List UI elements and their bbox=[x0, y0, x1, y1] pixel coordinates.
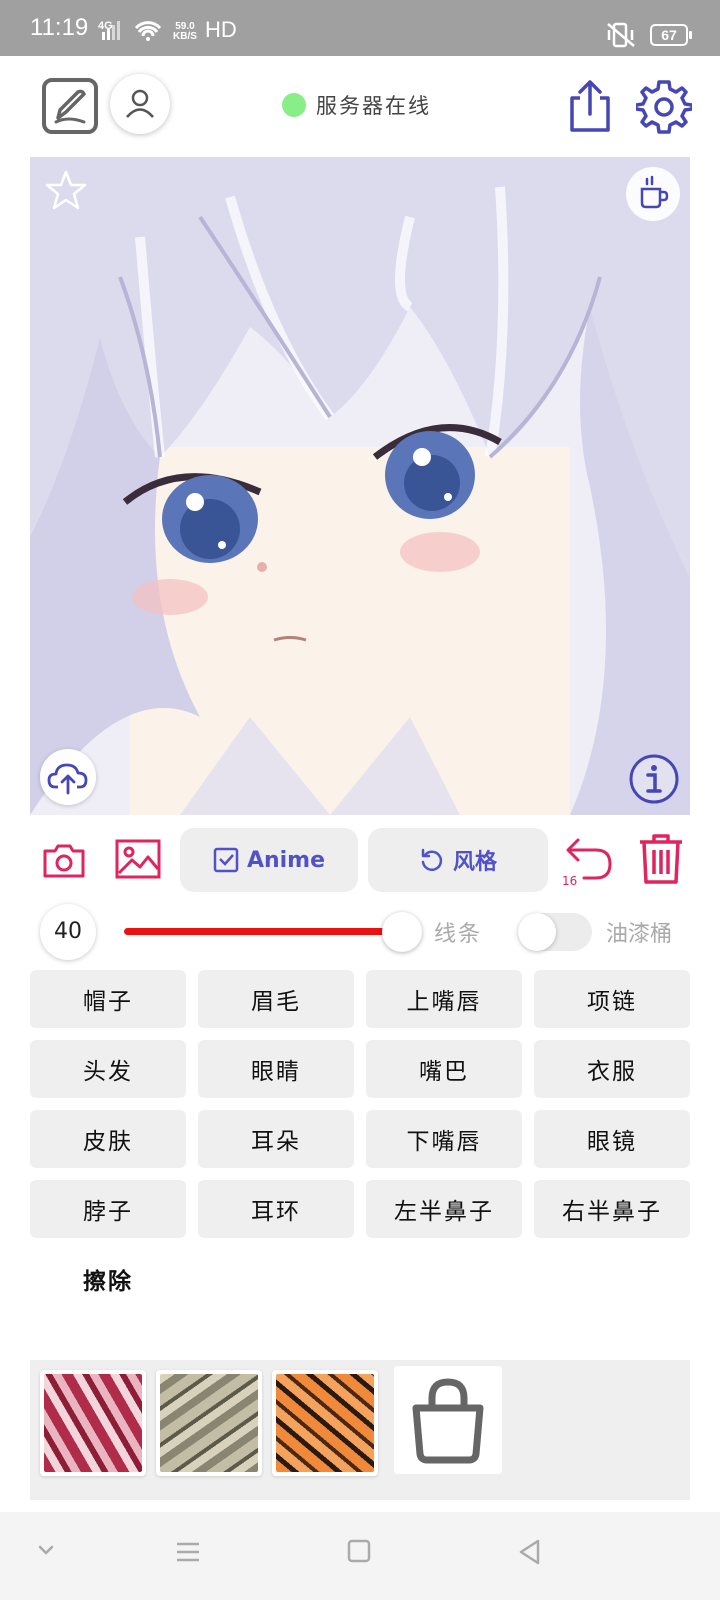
coffee-donate-button[interactable] bbox=[626, 167, 680, 221]
cellular-signal-icon: 4G bbox=[98, 20, 162, 41]
pattern-crimson-brush bbox=[44, 1374, 142, 1472]
segment-category-grid: 帽子 眉毛 上嘴唇 项链 头发 眼睛 嘴巴 衣服 皮肤 耳朵 下嘴唇 眼镜 脖子… bbox=[30, 970, 690, 1238]
category-lower-lip[interactable]: 下嘴唇 bbox=[366, 1110, 522, 1168]
server-status-label: 服务器在线 bbox=[316, 94, 431, 118]
category-skin[interactable]: 皮肤 bbox=[30, 1110, 186, 1168]
coffee-icon bbox=[640, 175, 669, 209]
refresh-icon bbox=[421, 848, 443, 871]
style-label: 风格 bbox=[452, 850, 497, 875]
toggle-knob bbox=[518, 913, 556, 951]
shopping-bag-icon bbox=[412, 1378, 484, 1464]
model-label: Anime bbox=[246, 847, 326, 873]
category-ears[interactable]: 耳朵 bbox=[198, 1110, 354, 1168]
vibrate-mode-icon bbox=[607, 22, 635, 48]
cloud-upload-icon bbox=[47, 763, 88, 795]
category-clothes[interactable]: 衣服 bbox=[534, 1040, 690, 1098]
edit-icon bbox=[54, 89, 86, 124]
category-eyebrows[interactable]: 眉毛 bbox=[198, 970, 354, 1028]
paint-bucket-toggle[interactable] bbox=[518, 913, 592, 951]
wifi-icon bbox=[134, 21, 162, 37]
camera-icon bbox=[43, 844, 85, 878]
top-toolbar: 服务器在线 bbox=[0, 56, 720, 156]
slider-thumb[interactable] bbox=[382, 912, 422, 952]
category-neck[interactable]: 脖子 bbox=[30, 1180, 186, 1238]
server-status: 服务器在线 bbox=[282, 92, 431, 118]
category-right-nose[interactable]: 右半鼻子 bbox=[534, 1180, 690, 1238]
category-earrings[interactable]: 耳环 bbox=[198, 1180, 354, 1238]
nav-menu-icon[interactable] bbox=[174, 1538, 202, 1566]
pattern-swatch-olive[interactable] bbox=[156, 1370, 262, 1476]
battery-indicator: 67 bbox=[650, 24, 692, 46]
pattern-tray bbox=[30, 1360, 690, 1500]
user-profile-button[interactable] bbox=[110, 74, 170, 134]
category-necklace[interactable]: 项链 bbox=[534, 970, 690, 1028]
pattern-swatch-tiger[interactable] bbox=[272, 1370, 378, 1476]
brush-size-slider[interactable] bbox=[124, 928, 402, 935]
network-speed: 59.0 KB/S bbox=[173, 21, 197, 42]
edit-button[interactable] bbox=[42, 78, 98, 134]
camera-button[interactable] bbox=[42, 838, 86, 882]
checkbox-icon bbox=[213, 847, 239, 873]
star-icon bbox=[45, 170, 87, 210]
model-select-button[interactable]: Anime bbox=[180, 828, 358, 892]
gear-icon bbox=[634, 80, 694, 134]
system-navigation-bar bbox=[0, 1512, 720, 1600]
gallery-button[interactable] bbox=[114, 836, 162, 882]
undo-button[interactable]: 16 bbox=[562, 834, 616, 888]
undo-count: 16 bbox=[562, 874, 578, 888]
category-glasses[interactable]: 眼镜 bbox=[534, 1110, 690, 1168]
image-icon bbox=[115, 839, 161, 879]
info-icon bbox=[629, 754, 679, 804]
nav-hide-icon[interactable] bbox=[34, 1538, 58, 1562]
pattern-swatch-crimson[interactable] bbox=[40, 1370, 146, 1476]
favorite-button[interactable] bbox=[44, 169, 88, 213]
status-time: 11:19 bbox=[30, 14, 89, 41]
trash-icon bbox=[640, 834, 682, 884]
settings-button[interactable] bbox=[634, 78, 694, 134]
erase-button[interactable]: 擦除 bbox=[30, 1250, 186, 1308]
server-status-dot bbox=[282, 93, 306, 117]
share-icon bbox=[570, 80, 610, 132]
delete-button[interactable] bbox=[636, 832, 686, 886]
anime-portrait-image bbox=[30, 157, 690, 815]
user-icon bbox=[126, 89, 154, 118]
category-mouth[interactable]: 嘴巴 bbox=[366, 1040, 522, 1098]
paint-bucket-label: 油漆桶 bbox=[606, 922, 673, 947]
nav-home-icon[interactable] bbox=[346, 1538, 372, 1564]
category-hair[interactable]: 头发 bbox=[30, 1040, 186, 1098]
status-bar: 11:19 4G 59.0 KB/S HD 67 bbox=[0, 0, 720, 56]
brush-size-value[interactable]: 40 bbox=[40, 904, 96, 960]
nav-back-icon[interactable] bbox=[516, 1538, 544, 1566]
network-type: 4G bbox=[98, 20, 113, 32]
hd-indicator: HD bbox=[205, 17, 237, 42]
info-button[interactable] bbox=[628, 753, 680, 805]
category-hat[interactable]: 帽子 bbox=[30, 970, 186, 1028]
image-canvas[interactable] bbox=[30, 157, 690, 815]
upload-button[interactable] bbox=[40, 749, 96, 805]
category-upper-lip[interactable]: 上嘴唇 bbox=[366, 970, 522, 1028]
style-button[interactable]: 风格 bbox=[368, 828, 548, 892]
pattern-tiger-stripes bbox=[276, 1374, 374, 1472]
pattern-olive-stone bbox=[160, 1374, 258, 1472]
category-left-nose[interactable]: 左半鼻子 bbox=[366, 1180, 522, 1238]
share-button[interactable] bbox=[566, 78, 614, 134]
pattern-shop-button[interactable] bbox=[394, 1366, 502, 1474]
category-eyes[interactable]: 眼睛 bbox=[198, 1040, 354, 1098]
line-mode-label: 线条 bbox=[434, 922, 483, 947]
